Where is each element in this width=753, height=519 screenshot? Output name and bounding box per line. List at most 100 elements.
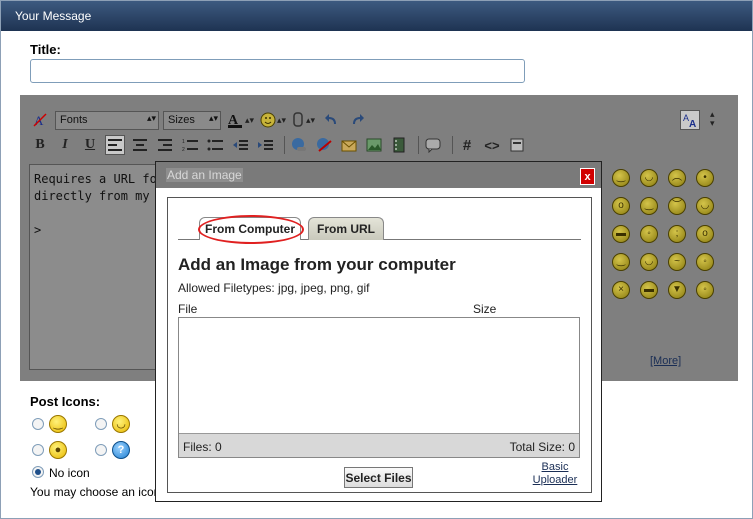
- remove-link-icon[interactable]: [314, 135, 334, 155]
- file-list-footer: Files: 0 Total Size: 0: [179, 433, 579, 457]
- svg-text:▴▾: ▴▾: [277, 115, 286, 125]
- question-icon: ?: [112, 441, 130, 459]
- underline-button[interactable]: U: [80, 135, 100, 155]
- undo-icon[interactable]: [322, 110, 342, 130]
- size-column-header: Size: [473, 302, 497, 316]
- smiley-icon[interactable]: •: [696, 169, 714, 187]
- more-smilies-link[interactable]: [More]: [650, 355, 681, 367]
- unordered-list-icon[interactable]: [205, 135, 225, 155]
- select-arrows-icon: ▴▾: [208, 112, 218, 123]
- font-select-value: Fonts: [60, 113, 88, 126]
- lightbulb-icon: ●: [49, 441, 67, 459]
- smiley-icon[interactable]: o: [612, 197, 630, 215]
- ordered-list-icon[interactable]: 12: [180, 135, 200, 155]
- attachment-icon[interactable]: ▴▾: [291, 110, 317, 130]
- post-icon-radio[interactable]: [32, 444, 44, 456]
- resize-editor-icon[interactable]: ▴ ▾: [710, 110, 715, 128]
- post-icon-radio[interactable]: [95, 444, 107, 456]
- smiley-icon[interactable]: ◡: [640, 169, 658, 187]
- insert-email-icon[interactable]: [339, 135, 359, 155]
- smiley-icon[interactable]: ◡: [640, 253, 658, 271]
- smiley-icon[interactable]: ▼: [668, 281, 686, 299]
- dialog-title: Add an Image: [166, 168, 243, 182]
- smiley-icon[interactable]: ~: [668, 253, 686, 271]
- message-textarea[interactable]: Requires a URL for directly from my co >: [29, 164, 169, 370]
- tab-from-computer[interactable]: From Computer: [199, 217, 301, 240]
- html-tag-icon[interactable]: [507, 135, 527, 155]
- smiley-icon[interactable]: ‿: [640, 197, 658, 215]
- title-label: Title:: [30, 42, 61, 57]
- indent-icon[interactable]: [255, 135, 275, 155]
- insert-video-icon[interactable]: [389, 135, 409, 155]
- svg-text:▴▾: ▴▾: [306, 115, 316, 125]
- wink-icon: ◡: [112, 415, 130, 433]
- smiley-icon[interactable]: ‿: [612, 169, 630, 187]
- allowed-filetypes: Allowed Filetypes: jpg, jpeg, png, gif: [178, 281, 370, 295]
- dialog-body: From Computer From URL Add an Image from…: [167, 197, 592, 493]
- title-input[interactable]: [30, 59, 525, 83]
- smiley-icon[interactable]: ◦: [696, 253, 714, 271]
- smiley-icon[interactable]: ‿: [612, 253, 630, 271]
- post-icon-radio[interactable]: [95, 418, 107, 430]
- upload-heading: Add an Image from your computer: [178, 255, 456, 274]
- quote-icon[interactable]: [423, 135, 443, 155]
- toolbar-row-1: A Fonts ▴▾ Sizes ▴▾ A▴▾ ▴▾ ▴▾: [30, 110, 372, 130]
- files-count: Files: 0: [183, 440, 222, 454]
- smiley-icon[interactable]: o: [696, 225, 714, 243]
- smiley-icon[interactable]: ︶: [668, 197, 686, 215]
- total-size: Total Size: 0: [509, 440, 575, 454]
- align-center-icon[interactable]: [130, 135, 150, 155]
- insert-link-icon[interactable]: [289, 135, 309, 155]
- italic-button[interactable]: I: [55, 135, 75, 155]
- toolbar-divider: [418, 136, 419, 154]
- close-button[interactable]: x: [580, 168, 595, 185]
- smiley-icon[interactable]: ◦: [696, 281, 714, 299]
- select-arrows-icon: ▴▾: [146, 112, 156, 123]
- align-left-icon[interactable]: [105, 135, 125, 155]
- wrap-tag-icon[interactable]: #: [457, 135, 477, 155]
- panel-title: Your Message: [15, 9, 92, 23]
- toolbar-row-2: B I U 12 # <>: [30, 135, 532, 155]
- file-column-header: File: [178, 302, 198, 316]
- select-files-button[interactable]: Select Files: [344, 467, 413, 488]
- smiley-icon[interactable]: ▬: [612, 225, 630, 243]
- remove-format-icon[interactable]: A: [30, 110, 50, 130]
- toolbar-divider: [284, 136, 285, 154]
- post-icons-label: Post Icons:: [30, 394, 101, 409]
- basic-uploader-line-2: Uploader: [532, 474, 578, 486]
- redo-icon[interactable]: [347, 110, 367, 130]
- tab-from-url[interactable]: From URL: [308, 217, 384, 240]
- switch-editor-mode-icon[interactable]: AA: [680, 110, 700, 130]
- smiley-icon[interactable]: ;: [668, 225, 686, 243]
- smile-icon: ‿: [49, 415, 67, 433]
- toolbar-divider: [452, 136, 453, 154]
- no-icon-label: No icon: [49, 466, 90, 480]
- size-select-value: Sizes: [168, 113, 195, 126]
- smiley-icon[interactable]: ×: [612, 281, 630, 299]
- no-icon-radio[interactable]: [32, 466, 44, 478]
- smiley-icon[interactable]: ◡: [696, 197, 714, 215]
- insert-image-icon[interactable]: [364, 135, 384, 155]
- svg-text:▴▾: ▴▾: [245, 115, 254, 125]
- text-color-icon[interactable]: A ▴▾: [225, 110, 255, 130]
- dialog-titlebar[interactable]: Add an Image x: [156, 162, 601, 188]
- basic-uploader-line-1: Basic: [541, 461, 569, 473]
- align-right-icon[interactable]: [155, 135, 175, 155]
- smiley-icon[interactable]: ︵: [668, 169, 686, 187]
- outdent-icon[interactable]: [230, 135, 250, 155]
- post-icons-hint: You may choose an icon: [30, 485, 156, 499]
- smiley-icon[interactable]: ◦: [640, 225, 658, 243]
- svg-text:2: 2: [182, 147, 185, 152]
- font-select[interactable]: Fonts ▴▾: [55, 110, 159, 130]
- svg-text:A: A: [689, 119, 696, 128]
- basic-uploader-link[interactable]: Basic Uploader: [530, 461, 580, 487]
- smilies-menu-icon[interactable]: ▴▾: [260, 110, 286, 130]
- message-panel: Your Message Title: A Fonts ▴▾ Sizes ▴▾ …: [0, 0, 753, 519]
- file-list[interactable]: Files: 0 Total Size: 0: [178, 317, 580, 458]
- code-tag-icon[interactable]: <>: [482, 135, 502, 155]
- bold-button[interactable]: B: [30, 135, 50, 155]
- post-icon-radio[interactable]: [32, 418, 44, 430]
- size-select[interactable]: Sizes ▴▾: [163, 110, 221, 130]
- svg-text:1: 1: [182, 139, 185, 145]
- smiley-icon[interactable]: ▬: [640, 281, 658, 299]
